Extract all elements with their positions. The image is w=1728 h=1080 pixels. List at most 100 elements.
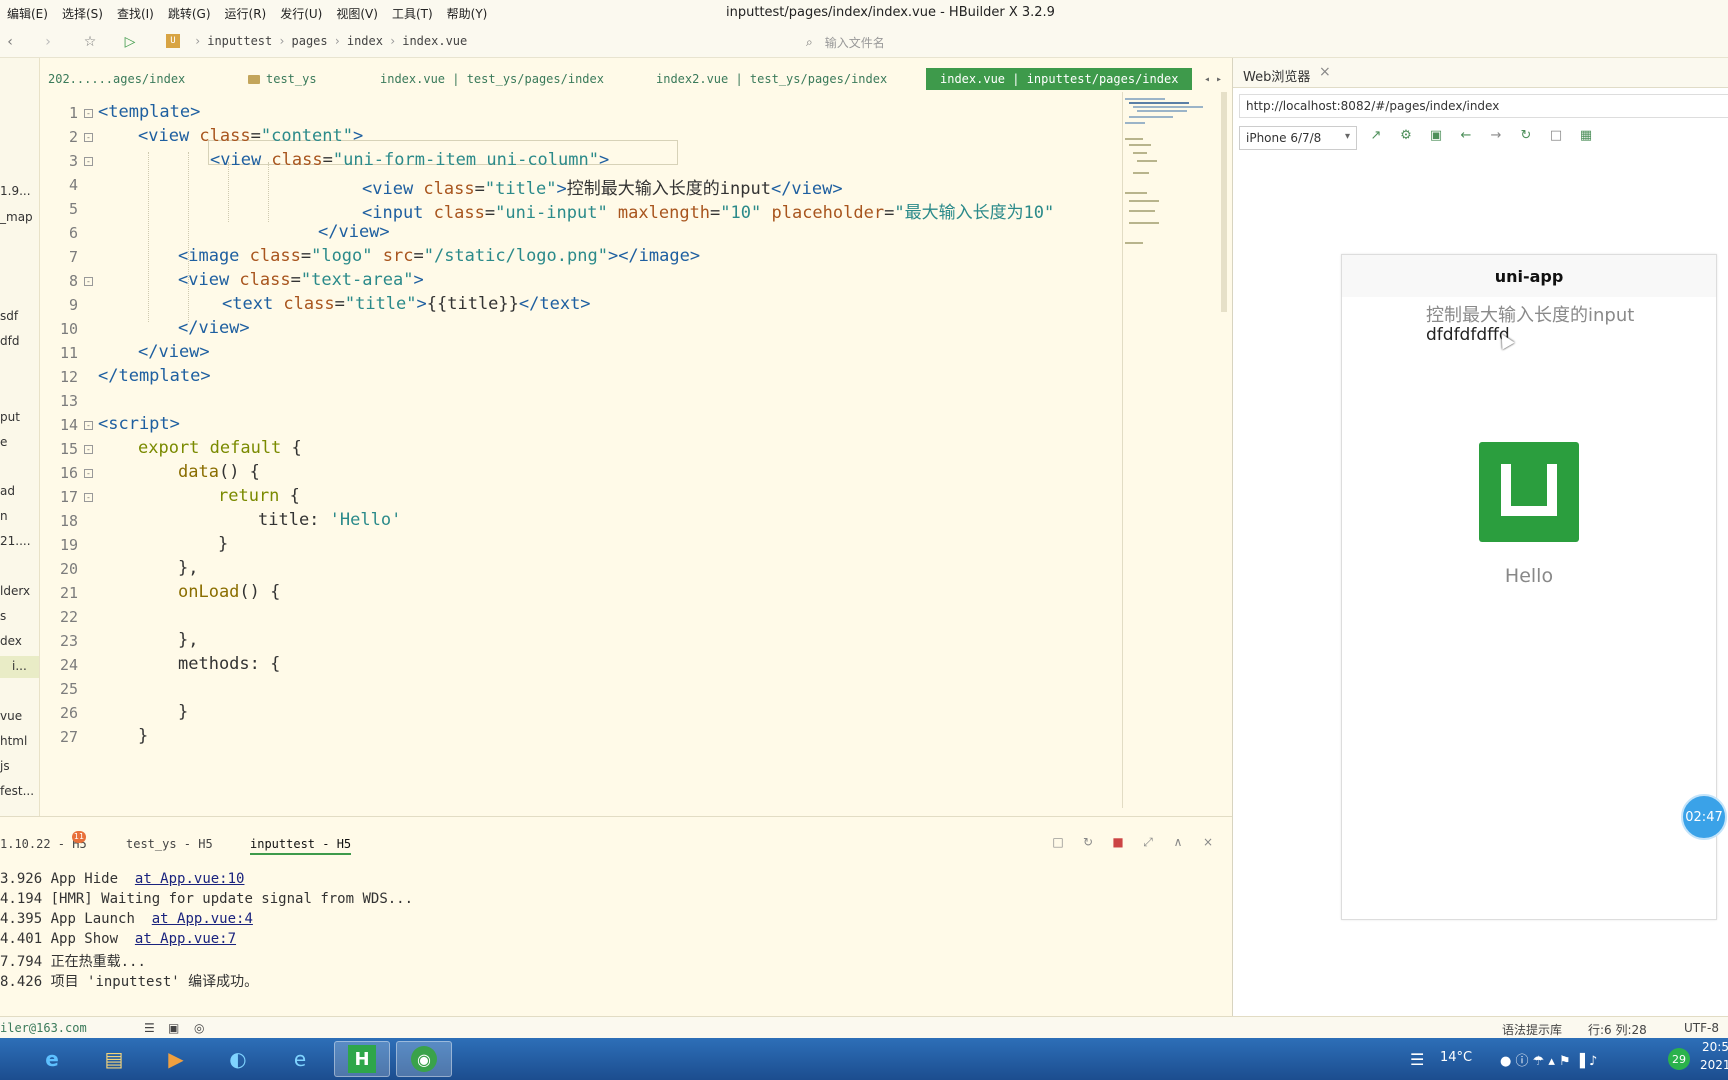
explorer-item[interactable]: 1.9...	[0, 184, 31, 198]
console-icon[interactable]: ▣	[1427, 128, 1445, 146]
console-link[interactable]: at App.vue:10	[135, 871, 245, 887]
menu-view[interactable]: 视图(V)	[329, 5, 385, 22]
explorer-item[interactable]: dfd	[0, 334, 19, 348]
list-icon[interactable]: ☰	[144, 1021, 155, 1035]
breadcrumb-item[interactable]: inputtest	[207, 34, 272, 48]
refresh-icon[interactable]: ↻	[1517, 128, 1535, 146]
explorer-item[interactable]: ad	[0, 484, 15, 498]
editor-tab-active[interactable]: index.vue | inputtest/pages/index	[926, 68, 1193, 90]
explorer-item[interactable]: s	[0, 609, 6, 623]
fold-icon[interactable]: -	[84, 445, 93, 454]
clock-date[interactable]: 2021	[1700, 1058, 1728, 1072]
edge-icon[interactable]: ◐	[210, 1041, 266, 1077]
cursor-position[interactable]: 行:6 列:28	[1588, 1021, 1647, 1038]
status-user[interactable]: iler@163.com	[0, 1021, 87, 1035]
editor-tab[interactable]: 202......ages/index	[48, 68, 185, 90]
file-explorer-icon[interactable]: ▤	[86, 1041, 142, 1077]
device-select[interactable]: iPhone 6/7/8 ▾	[1239, 126, 1357, 150]
minimap[interactable]	[1122, 92, 1227, 808]
chevron-up-icon[interactable]: ∧	[1170, 835, 1186, 851]
fold-icon[interactable]: -	[84, 469, 93, 478]
close-icon[interactable]: ×	[1319, 64, 1331, 80]
fold-icon[interactable]: -	[84, 157, 93, 166]
menu-select[interactable]: 选择(S)	[55, 5, 110, 22]
menu-help[interactable]: 帮助(Y)	[440, 5, 495, 22]
browser-tab[interactable]: Web浏览器 ×	[1233, 58, 1728, 88]
run-icon[interactable]: ▷	[120, 32, 140, 52]
web-browser-panel: Web浏览器 × http://localhost:8082/#/pages/i…	[1232, 58, 1728, 1016]
explorer-item[interactable]: put	[0, 410, 20, 424]
explorer-item[interactable]: e	[0, 435, 7, 449]
explorer-item[interactable]: 21....	[0, 534, 31, 548]
settings-icon[interactable]: ⚙	[1397, 128, 1415, 146]
url-field[interactable]: http://localhost:8082/#/pages/index/inde…	[1239, 94, 1728, 118]
hbuilder-icon[interactable]: H	[334, 1041, 390, 1077]
fold-icon[interactable]: -	[84, 421, 93, 430]
notify-count[interactable]: 29	[1668, 1048, 1690, 1070]
code-line: title: 'Hello'	[258, 510, 401, 530]
browser-icon[interactable]: e	[272, 1041, 328, 1077]
maximize-icon[interactable]: ⤢	[1140, 835, 1156, 851]
arrow-left-icon[interactable]: ←	[1457, 128, 1475, 146]
breadcrumb-item[interactable]: index.vue	[402, 34, 467, 48]
menu-tools[interactable]: 工具(T)	[385, 5, 440, 22]
explorer-item[interactable]: js	[0, 759, 10, 773]
tab-scroll-arrows-icon[interactable]: ◂ ▸	[1204, 68, 1222, 90]
editor-tab[interactable]: index2.vue | test_ys/pages/index	[656, 68, 887, 90]
stop-icon[interactable]: ■	[1110, 835, 1126, 851]
explorer-item-selected[interactable]: i...	[0, 656, 39, 678]
ie-icon[interactable]: e	[24, 1041, 80, 1077]
temperature[interactable]: 14°C	[1440, 1050, 1472, 1065]
console-link[interactable]: at App.vue:7	[135, 931, 236, 947]
close-console-icon[interactable]: ×	[1200, 835, 1216, 851]
tray-icons[interactable]: ● ⓘ ☂ ▴ ⚑ ▐ ♪	[1500, 1050, 1597, 1069]
explorer-item[interactable]: dex	[0, 634, 22, 648]
terminal-icon[interactable]: ▣	[168, 1021, 179, 1035]
file-search-input[interactable]: ⌕ 输入文件名	[806, 32, 1106, 52]
code-token: onLoad	[178, 582, 240, 602]
weather-icon[interactable]: ☰	[1410, 1050, 1424, 1069]
menu-publish[interactable]: 发行(U)	[273, 5, 329, 22]
qrcode-icon[interactable]: ▦	[1577, 128, 1595, 146]
explorer-item[interactable]: html	[0, 734, 27, 748]
explorer-item[interactable]: _map	[0, 210, 33, 224]
explorer-item[interactable]: n	[0, 509, 8, 523]
forward-icon[interactable]: ›	[38, 32, 58, 52]
fold-icon[interactable]: -	[84, 493, 93, 502]
console-tab-active[interactable]: inputtest - H5	[250, 837, 352, 855]
clock-time[interactable]: 20:5	[1702, 1040, 1728, 1054]
editor-tab[interactable]: index.vue | test_ys/pages/index	[380, 68, 604, 90]
breadcrumb-item[interactable]: pages	[292, 34, 328, 48]
console-link[interactable]: at App.vue:4	[152, 911, 253, 927]
back-icon[interactable]: ‹	[0, 32, 20, 52]
open-external-icon[interactable]: ↗	[1367, 128, 1385, 146]
media-player-icon[interactable]: ▶	[148, 1041, 204, 1077]
star-icon[interactable]: ☆	[80, 32, 100, 52]
restart-icon[interactable]: ↻	[1080, 835, 1096, 851]
explorer-item[interactable]: fest...	[0, 784, 34, 798]
editor-tab[interactable]: test_ys	[248, 68, 317, 90]
lock-icon[interactable]: □	[1547, 128, 1565, 146]
encoding[interactable]: UTF-8	[1684, 1021, 1719, 1035]
code-editor[interactable]: 1 2 3 4 5 6 7 8 9 10 11 12 13 14 15 16 1…	[40, 92, 1122, 808]
line-number: 6	[68, 224, 78, 242]
menu-edit[interactable]: 编辑(E)	[0, 5, 55, 22]
breadcrumb-item[interactable]: index	[347, 34, 383, 48]
menu-goto[interactable]: 跳转(G)	[161, 5, 218, 22]
clear-icon[interactable]: □	[1050, 835, 1066, 851]
explorer-item[interactable]: lderx	[0, 584, 30, 598]
explorer-item[interactable]: sdf	[0, 309, 18, 323]
fold-icon[interactable]: -	[84, 277, 93, 286]
globe-icon[interactable]: ◎	[194, 1021, 204, 1035]
recording-timer[interactable]: 02:47	[1681, 794, 1727, 840]
arrow-right-icon[interactable]: →	[1487, 128, 1505, 146]
fold-icon[interactable]: -	[84, 109, 93, 118]
menu-run[interactable]: 运行(R)	[218, 5, 274, 22]
syntax-hint[interactable]: 语法提示库	[1502, 1021, 1562, 1038]
chrome-icon[interactable]: ◉	[396, 1041, 452, 1077]
menu-find[interactable]: 查找(I)	[110, 5, 161, 22]
editor-scrollbar[interactable]	[1221, 92, 1227, 312]
console-tab[interactable]: test_ys - H5	[126, 837, 213, 851]
fold-icon[interactable]: -	[84, 133, 93, 142]
explorer-item[interactable]: vue	[0, 709, 22, 723]
